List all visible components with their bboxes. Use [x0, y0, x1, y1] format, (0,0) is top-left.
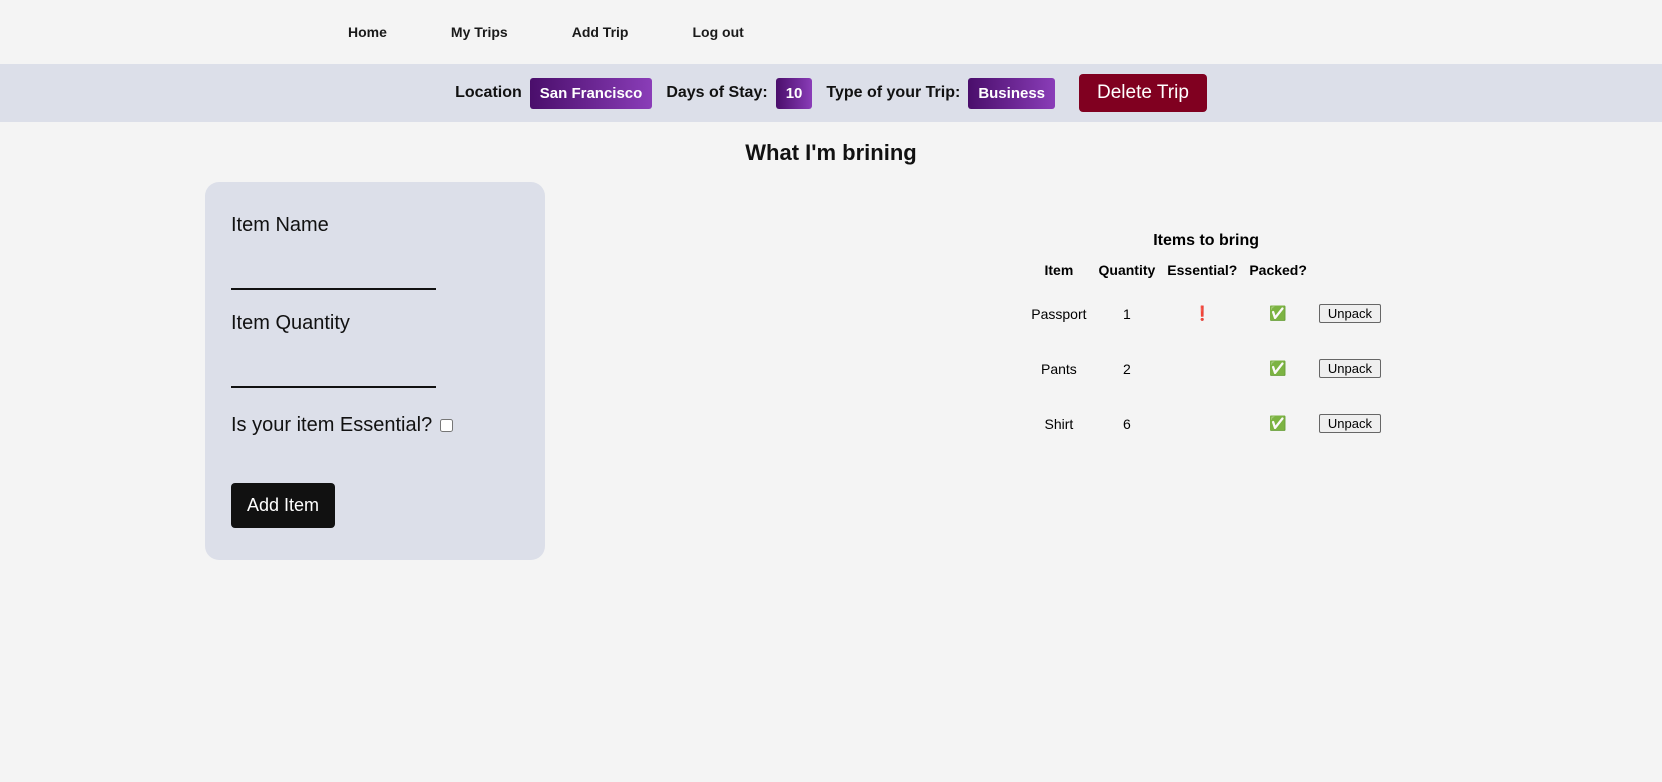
essential-row: Is your item Essential? — [231, 414, 519, 437]
item-packed: ✅ — [1243, 396, 1313, 451]
items-table: Item Quantity Essential? Packed? Passpor… — [1025, 262, 1387, 451]
col-item: Item — [1025, 262, 1092, 286]
items-title: Items to bring — [1025, 232, 1387, 250]
item-quantity: 6 — [1093, 396, 1162, 451]
table-row: Shirt 6 ✅ Unpack — [1025, 396, 1387, 451]
table-row: Pants 2 ✅ Unpack — [1025, 341, 1387, 396]
item-packed: ✅ — [1243, 286, 1313, 341]
item-essential — [1161, 396, 1243, 451]
essential-checkbox[interactable] — [440, 419, 453, 432]
col-quantity: Quantity — [1093, 262, 1162, 286]
item-packed: ✅ — [1243, 341, 1313, 396]
item-name: Pants — [1025, 341, 1092, 396]
nav-my-trips[interactable]: My Trips — [419, 0, 540, 64]
add-item-form: Item Name Item Quantity Is your item Ess… — [205, 182, 545, 560]
trip-info-bar: Location San Francisco Days of Stay: 10 … — [0, 64, 1662, 122]
nav-add-trip[interactable]: Add Trip — [540, 0, 661, 64]
item-quantity-input[interactable] — [231, 357, 436, 388]
content-row: Item Name Item Quantity Is your item Ess… — [0, 182, 1662, 560]
item-name-input[interactable] — [231, 259, 436, 290]
col-packed: Packed? — [1243, 262, 1313, 286]
location-label: Location — [455, 84, 522, 102]
days-label: Days of Stay: — [666, 84, 767, 102]
essential-label: Is your item Essential? — [231, 414, 432, 437]
trip-type-value: Business — [968, 78, 1055, 109]
trip-type-label: Type of your Trip: — [826, 84, 960, 102]
col-essential: Essential? — [1161, 262, 1243, 286]
page-title: What I'm brining — [0, 140, 1662, 166]
unpack-button[interactable]: Unpack — [1319, 304, 1381, 323]
item-quantity-label: Item Quantity — [231, 312, 519, 335]
item-essential — [1161, 341, 1243, 396]
location-value: San Francisco — [530, 78, 653, 109]
item-quantity: 2 — [1093, 341, 1162, 396]
items-section: Items to bring Item Quantity Essential? … — [1025, 232, 1387, 451]
item-name: Passport — [1025, 286, 1092, 341]
unpack-button[interactable]: Unpack — [1319, 414, 1381, 433]
col-action — [1313, 262, 1387, 286]
table-row: Passport 1 ❗ ✅ Unpack — [1025, 286, 1387, 341]
days-value: 10 — [776, 78, 813, 109]
add-item-button[interactable]: Add Item — [231, 483, 335, 528]
delete-trip-button[interactable]: Delete Trip — [1079, 74, 1207, 112]
item-name-label: Item Name — [231, 214, 519, 237]
item-quantity: 1 — [1093, 286, 1162, 341]
top-nav: Home My Trips Add Trip Log out — [0, 0, 1662, 64]
nav-home[interactable]: Home — [316, 0, 419, 64]
nav-log-out[interactable]: Log out — [660, 0, 775, 64]
item-essential: ❗ — [1161, 286, 1243, 341]
unpack-button[interactable]: Unpack — [1319, 359, 1381, 378]
item-name: Shirt — [1025, 396, 1092, 451]
